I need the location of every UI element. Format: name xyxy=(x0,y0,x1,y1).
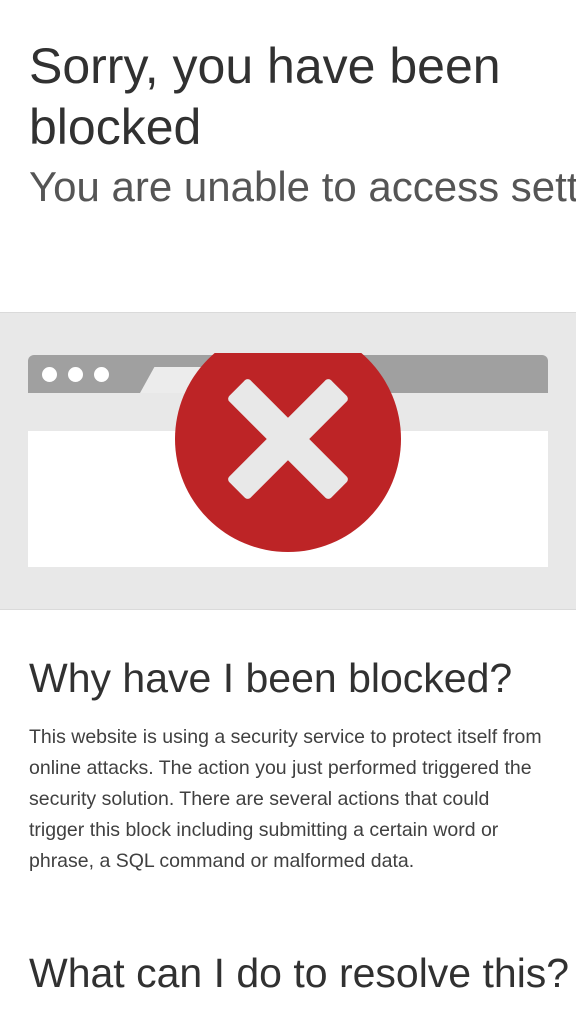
why-blocked-heading: Why have I been blocked? xyxy=(29,655,513,701)
page-title: Sorry, you have been blocked xyxy=(29,38,501,155)
page-subtitle: You are unable to access settings.thegam… xyxy=(29,163,576,210)
page-header: Sorry, you have been blocked You are una… xyxy=(0,0,576,263)
main-content: Why have I been blocked? This website is… xyxy=(29,650,570,1017)
window-dot-icon xyxy=(42,367,57,382)
window-dot-icon xyxy=(68,367,83,382)
window-dot-icon xyxy=(94,367,109,382)
illustration-band xyxy=(0,312,576,610)
why-blocked-text: This website is using a security service… xyxy=(29,726,542,872)
resolve-heading: What can I do to resolve this? xyxy=(29,950,570,996)
blocked-x-icon xyxy=(175,353,401,552)
